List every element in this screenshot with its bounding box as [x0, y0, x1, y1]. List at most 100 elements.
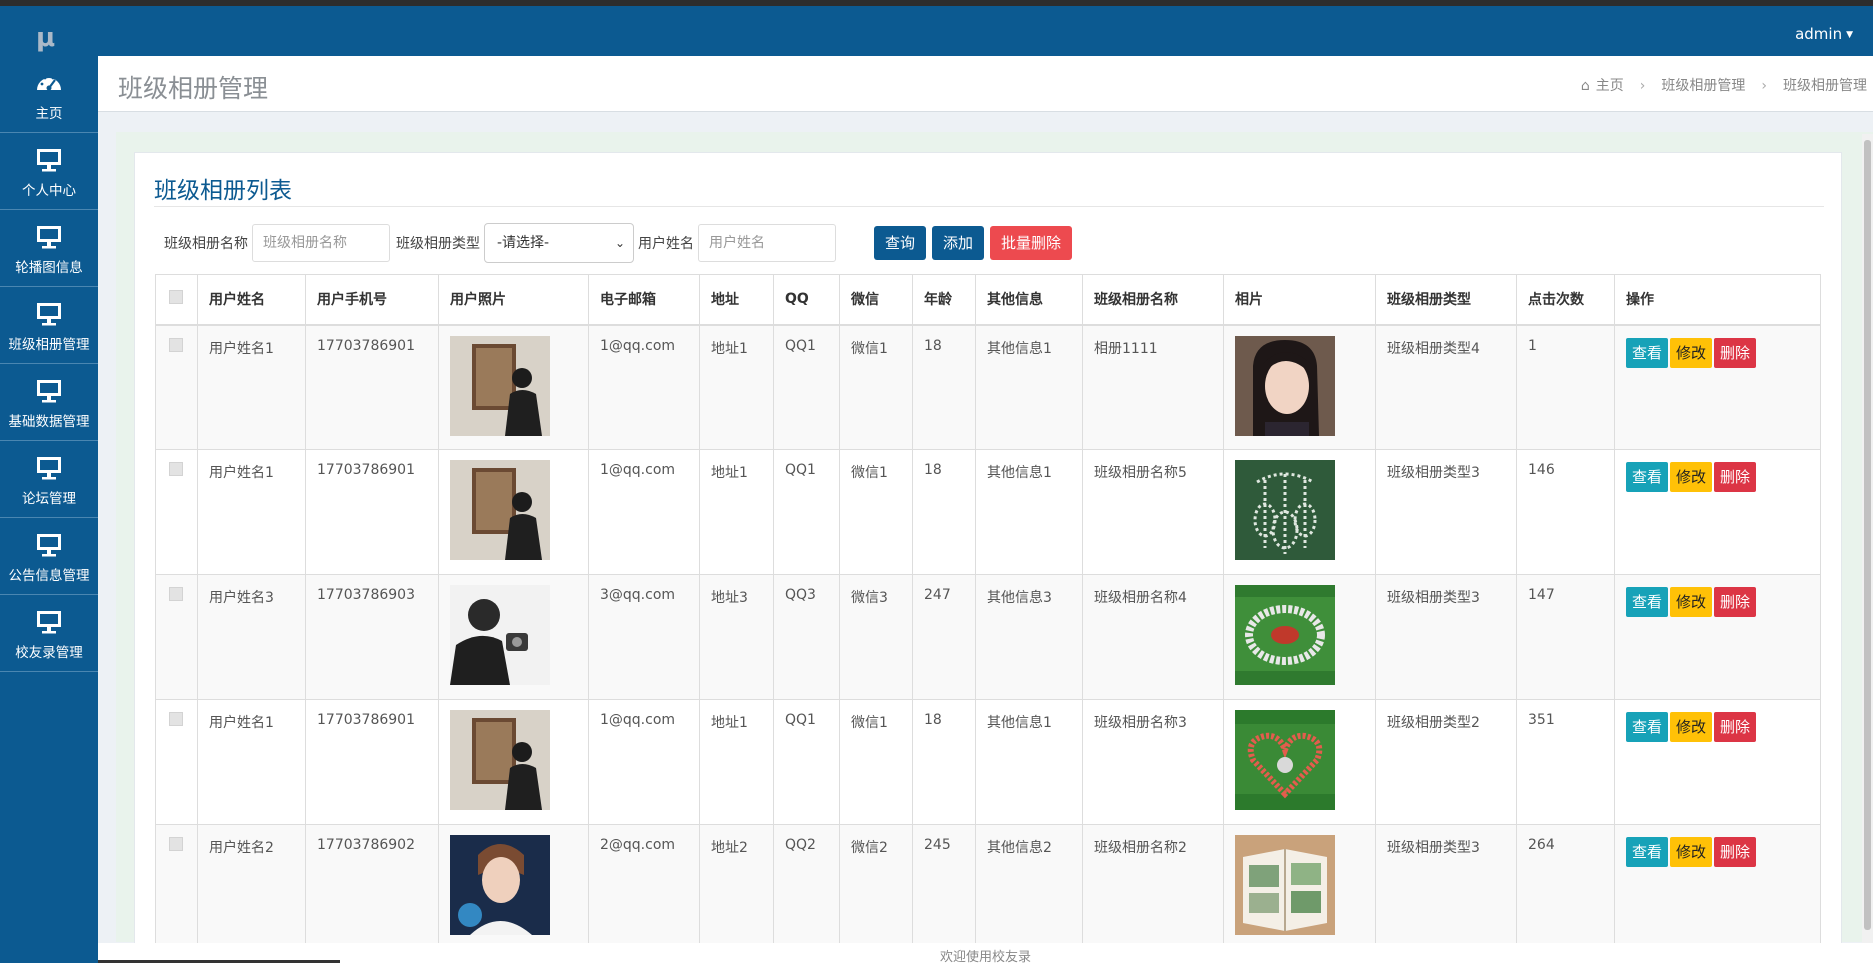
user-photo-silhouette[interactable]: [450, 585, 550, 685]
column-header: 年龄: [912, 274, 976, 326]
breadcrumb-item[interactable]: 班级相册管理: [1661, 78, 1745, 94]
album-photo-formation[interactable]: [1235, 460, 1335, 560]
footer-text: 欢迎使用校友录: [939, 950, 1031, 963]
view-button[interactable]: 查看: [1626, 587, 1669, 617]
sidebar-item-home[interactable]: 主页: [0, 56, 98, 133]
cell-other-info: 其他信息1: [975, 449, 1083, 575]
delete-button[interactable]: 删除: [1714, 837, 1757, 867]
view-button[interactable]: 查看: [1626, 462, 1669, 492]
user-name-label: 用户姓名: [638, 236, 694, 252]
edit-button[interactable]: 修改: [1670, 837, 1713, 867]
table-row: 用户姓名1 17703786901 1@qq.com 地址1 QQ1 微信1 1…: [155, 699, 1821, 825]
column-header: 微信: [839, 274, 913, 326]
list-card: 班级相册列表 班级相册名称 班级相册名称 班级相册类型 -请选择- ⌄ 用户姓名 …: [134, 152, 1842, 952]
search-button[interactable]: 查询: [874, 226, 927, 260]
cell-other-info: 其他信息2: [975, 824, 1083, 950]
view-button[interactable]: 查看: [1626, 712, 1669, 742]
cell-address: 地址1: [699, 324, 774, 450]
album-photo-circle[interactable]: [1235, 585, 1335, 685]
album-name-label: 班级相册名称: [164, 236, 248, 252]
album-photo-portrait[interactable]: [1235, 335, 1335, 436]
album-name-input[interactable]: 班级相册名称: [252, 224, 390, 262]
table-row: 用户姓名3 17703786903 3@qq.com 地址3 QQ3 微信3 2…: [155, 574, 1821, 700]
edit-button[interactable]: 修改: [1670, 712, 1713, 742]
album-photo-book[interactable]: [1235, 835, 1335, 935]
cell-album-type: 班级相册类型2: [1375, 699, 1517, 825]
monitor-icon: [37, 303, 61, 326]
column-header: 点击次数: [1516, 274, 1615, 326]
sidebar-item-basic-data[interactable]: 基础数据管理: [0, 364, 98, 441]
edit-button[interactable]: 修改: [1670, 587, 1713, 617]
view-button[interactable]: 查看: [1626, 337, 1669, 368]
monitor-icon: [37, 380, 61, 403]
cell-address: 地址2: [699, 824, 774, 950]
divider: [154, 206, 1824, 207]
cell-other-info: 其他信息3: [975, 574, 1083, 700]
user-photo-art-gallery[interactable]: [450, 335, 550, 436]
cell-clicks: 351: [1516, 699, 1615, 825]
sidebar-item-label: 班级相册管理: [8, 337, 90, 353]
row-checkbox[interactable]: [169, 462, 183, 476]
cell-age: 18: [912, 699, 976, 825]
breadcrumb-home[interactable]: 主页: [1596, 78, 1624, 94]
sidebar-item-label: 个人中心: [22, 183, 76, 199]
cell-wechat: 微信1: [839, 449, 913, 575]
row-checkbox[interactable]: [169, 587, 183, 601]
cell-user-name: 用户姓名3: [197, 574, 306, 700]
column-header: 电子邮箱: [588, 274, 700, 326]
sidebar-item-label: 基础数据管理: [8, 414, 90, 430]
delete-button[interactable]: 删除: [1714, 462, 1757, 492]
user-name-input[interactable]: 用户姓名: [698, 224, 836, 262]
user-photo-art-gallery[interactable]: [450, 710, 550, 810]
cell-email: 1@qq.com: [588, 324, 700, 450]
cell-qq: QQ2: [773, 824, 840, 950]
cell-album-name: 班级相册名称2: [1082, 824, 1224, 950]
edit-button[interactable]: 修改: [1670, 462, 1713, 492]
sidebar-item-label: 公告信息管理: [8, 568, 90, 584]
cell-clicks: 147: [1516, 574, 1615, 700]
sidebar-item-personal-center[interactable]: 个人中心: [0, 133, 98, 210]
scrollbar-thumb[interactable]: [1864, 140, 1871, 930]
cell-clicks: 264: [1516, 824, 1615, 950]
view-button[interactable]: 查看: [1626, 837, 1669, 867]
edit-button[interactable]: 修改: [1670, 337, 1713, 368]
album-photo-heart[interactable]: [1235, 710, 1335, 810]
page-scrollbar[interactable]: [1862, 134, 1873, 943]
table-row: 用户姓名1 17703786901 1@qq.com 地址1 QQ1 微信1 1…: [155, 324, 1821, 450]
table-row: 用户姓名1 17703786901 1@qq.com 地址1 QQ1 微信1 1…: [155, 449, 1821, 575]
select-all-checkbox[interactable]: [169, 290, 183, 305]
monitor-icon: [37, 226, 61, 249]
monitor-icon: [37, 457, 61, 480]
batch-delete-button[interactable]: 批量删除: [990, 226, 1073, 260]
row-checkbox[interactable]: [169, 712, 183, 726]
user-name: admin: [1795, 25, 1843, 43]
album-type-select[interactable]: -请选择- ⌄: [484, 223, 634, 263]
cell-address: 地址1: [699, 699, 774, 825]
user-photo-concert[interactable]: [450, 835, 550, 935]
cell-address: 地址3: [699, 574, 774, 700]
sidebar-item-notice[interactable]: 公告信息管理: [0, 518, 98, 595]
card-title: 班级相册列表: [154, 178, 292, 204]
sidebar-item-forum[interactable]: 论坛管理: [0, 441, 98, 518]
add-button[interactable]: 添加: [932, 226, 985, 260]
user-photo-art-gallery[interactable]: [450, 460, 550, 560]
cell-qq: QQ3: [773, 574, 840, 700]
delete-button[interactable]: 删除: [1714, 337, 1757, 368]
sidebar-item-album[interactable]: 班级相册管理: [0, 287, 98, 364]
cell-album-name: 班级相册名称5: [1082, 449, 1224, 575]
user-menu-button[interactable]: admin ▼: [1795, 25, 1853, 43]
cell-phone: 17703786901: [305, 449, 439, 575]
cell-user-name: 用户姓名2: [197, 824, 306, 950]
sidebar-item-alumni[interactable]: 校友录管理: [0, 595, 98, 672]
column-header: QQ: [773, 274, 840, 326]
column-header: 用户姓名: [197, 274, 306, 326]
row-checkbox[interactable]: [169, 337, 183, 352]
cell-address: 地址1: [699, 449, 774, 575]
delete-button[interactable]: 删除: [1714, 587, 1757, 617]
cell-wechat: 微信1: [839, 324, 913, 450]
sidebar-item-carousel[interactable]: 轮播图信息: [0, 210, 98, 287]
cell-email: 1@qq.com: [588, 449, 700, 575]
app-logo[interactable]: μ: [36, 23, 55, 53]
delete-button[interactable]: 删除: [1714, 712, 1757, 742]
row-checkbox[interactable]: [169, 837, 183, 851]
